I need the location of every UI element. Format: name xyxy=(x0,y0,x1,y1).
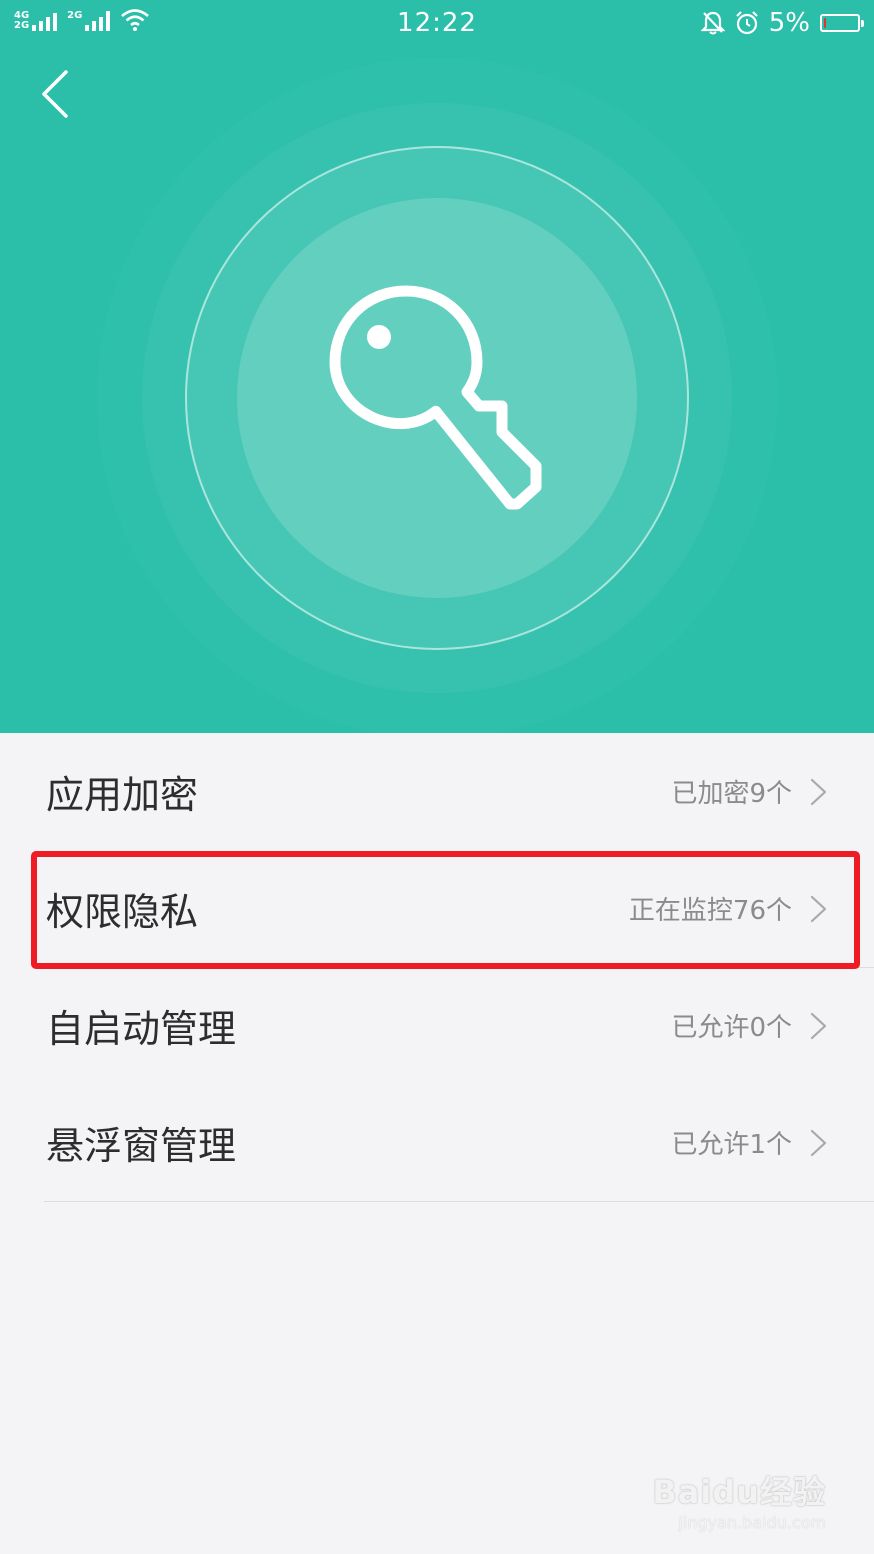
chevron-right-icon xyxy=(810,778,827,805)
list-item-value: 已允许0个 xyxy=(671,1013,792,1043)
chevron-right-icon xyxy=(810,895,827,922)
list-item-floating-window[interactable]: 悬浮窗管理 已允许1个 xyxy=(0,1084,874,1201)
chevron-left-icon xyxy=(42,70,68,118)
list-item-value: 已加密9个 xyxy=(671,779,792,809)
status-right: 5% xyxy=(700,8,864,38)
list-bottom-divider xyxy=(44,1201,874,1202)
battery-percent: 5% xyxy=(768,8,810,38)
watermark-logo-text: Baidu经验 xyxy=(652,1473,826,1511)
list-item-value: 已允许1个 xyxy=(671,1130,792,1160)
chevron-right-icon xyxy=(810,1129,827,1156)
list-item-value: 正在监控76个 xyxy=(628,896,792,926)
key-icon xyxy=(329,285,542,510)
watermark: Baidu经验 jingyan.baidu.com xyxy=(652,1467,826,1532)
settings-list: 应用加密 已加密9个 权限隐私 正在监控76个 自启动管理 已允许0个 悬浮窗管… xyxy=(0,733,874,1202)
list-item-label: 权限隐私 xyxy=(46,890,199,934)
list-item-permission-privacy[interactable]: 权限隐私 正在监控76个 xyxy=(0,850,874,967)
bell-muted-icon xyxy=(700,11,725,35)
battery-icon xyxy=(820,14,864,32)
battery-level xyxy=(824,18,826,28)
list-item-label: 自启动管理 xyxy=(46,1007,237,1051)
alarm-icon xyxy=(735,11,758,35)
watermark-url: jingyan.baidu.com xyxy=(678,1513,826,1532)
chevron-right-icon xyxy=(810,1012,827,1039)
list-item-app-lock[interactable]: 应用加密 已加密9个 xyxy=(0,733,874,850)
hero-header: 4G 2G 2G 12:22 5% xyxy=(0,0,874,733)
status-bar: 4G 2G 2G 12:22 5% xyxy=(0,0,874,48)
list-item-label: 悬浮窗管理 xyxy=(46,1124,237,1168)
divider xyxy=(44,967,874,968)
list-item-label: 应用加密 xyxy=(46,773,199,817)
back-button[interactable] xyxy=(28,64,88,124)
list-item-autostart[interactable]: 自启动管理 已允许0个 xyxy=(0,967,874,1084)
